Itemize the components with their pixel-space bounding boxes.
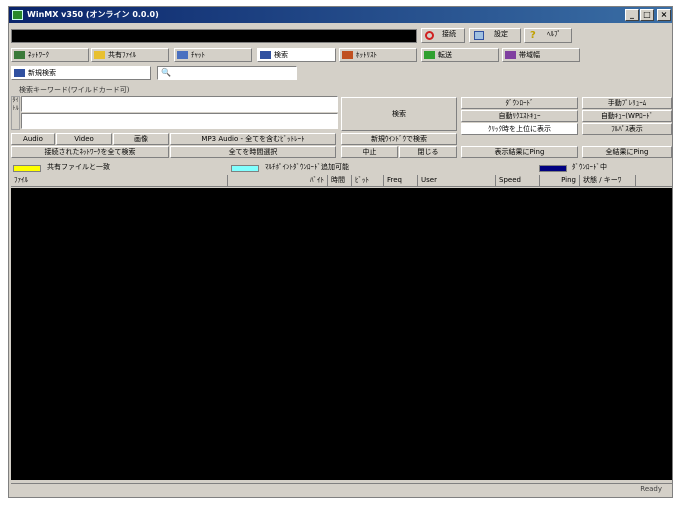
folder-icon <box>94 51 105 59</box>
side-label: ﾀｲﾄﾙ <box>11 96 20 130</box>
disconnect-button[interactable]: 接続 <box>421 28 465 43</box>
tab-hotlist[interactable]: ﾎｯﾄﾘｽﾄ <box>339 48 417 62</box>
column-file[interactable]: ﾌｧｲﾙ <box>11 175 228 187</box>
tab-label: ﾎｯﾄﾘｽﾄ <box>356 51 377 59</box>
close-results-button[interactable]: 閉じる <box>399 146 457 158</box>
maximize-button[interactable]: □ <box>640 9 654 21</box>
keywords-label: 検索キーワード(ワイルドカード可) <box>19 86 130 94</box>
minimize-button[interactable]: _ <box>625 9 639 21</box>
magnifier-icon: 🔍 <box>161 68 171 77</box>
tab-label: 転送 <box>438 51 452 59</box>
tab-network[interactable]: ﾈｯﾄﾜｰｸ <box>11 48 89 62</box>
tab-shared-files[interactable]: 共有ﾌｧｲﾙ <box>91 48 169 62</box>
status-bar: Ready <box>11 483 672 497</box>
status-input[interactable] <box>11 29 417 43</box>
disconnect-icon <box>425 31 434 40</box>
legend-swatch-multi <box>231 165 259 172</box>
column-time[interactable]: 時間 <box>328 175 352 187</box>
show-ping-button[interactable]: 表示結果にPing <box>461 146 578 158</box>
tab-transfer[interactable]: 転送 <box>421 48 499 62</box>
subtab-label: 新規検索 <box>28 69 56 77</box>
full-view-button[interactable]: ﾌﾙﾊﾟｽ表示 <box>582 123 672 135</box>
tab-label: 帯域幅 <box>519 51 540 59</box>
column-user[interactable]: User <box>418 175 496 187</box>
tab-label: ﾈｯﾄﾜｰｸ <box>28 51 49 59</box>
column-speed[interactable]: Speed <box>496 175 540 187</box>
results-list[interactable] <box>11 188 672 480</box>
close-button[interactable]: × <box>657 9 671 21</box>
column-bitrate[interactable]: ﾋﾞｯﾄ <box>352 175 384 187</box>
chat-icon <box>177 51 188 59</box>
results-header: ﾌｧｲﾙ ﾊﾞｲﾄ 時間 ﾋﾞｯﾄ Freq User Speed Ping 状… <box>11 175 672 187</box>
hotlist-icon <box>342 51 353 59</box>
settings-label: 設定 <box>494 30 508 38</box>
settings-icon <box>474 31 484 40</box>
help-label: ﾍﾙﾌﾟ <box>547 30 561 38</box>
legend-swatch-shared <box>13 165 41 172</box>
tab-bandwidth[interactable]: 帯域幅 <box>502 48 580 62</box>
audio-filter-button[interactable]: Audio <box>11 133 55 145</box>
tab-label: 共有ﾌｧｲﾙ <box>108 51 136 59</box>
select-all-time-button[interactable]: 全てを時間選択 <box>170 146 336 158</box>
transfer-icon <box>424 51 435 59</box>
tab-label: 検索 <box>274 51 288 59</box>
bandwidth-icon <box>505 51 516 59</box>
title-bar[interactable]: WinMX v350 (オンライン 0.0.0) _ □ × <box>9 7 672 23</box>
help-button[interactable]: ? ﾍﾙﾌﾟ <box>524 28 572 43</box>
quick-search-input[interactable]: 🔍 <box>157 66 297 80</box>
disconnect-label: 接続 <box>442 30 456 38</box>
image-filter-button[interactable]: 画像 <box>113 133 169 145</box>
all-ping-button[interactable]: 全結果にPing <box>582 146 672 158</box>
network-icon <box>14 51 25 59</box>
new-search-icon <box>14 69 25 77</box>
legend-label-multi: ﾏﾙﾁﾎﾟｲﾝﾄﾀﾞｳﾝﾛｰﾄﾞ追加可能 <box>265 163 349 171</box>
auto-queue-button[interactable]: 自動ｷｭｰ(WPﾛｰﾄﾞ <box>582 110 672 122</box>
settings-button[interactable]: 設定 <box>469 28 521 43</box>
search-button[interactable]: 検索 <box>341 97 457 131</box>
app-icon <box>12 10 23 20</box>
column-freq[interactable]: Freq <box>384 175 418 187</box>
subtab-new-search[interactable]: 新規検索 <box>11 66 151 80</box>
manual-queue-button[interactable]: 手動ﾌﾟﾚﾘｭｰﾑ <box>582 97 672 109</box>
download-button[interactable]: ﾀﾞｳﾝﾛｰﾄﾞ <box>461 97 578 109</box>
new-window-search-button[interactable]: 新規ｳｲﾝﾄﾞｳで検索 <box>341 133 457 145</box>
legend-label-shared: 共有ファイルと一致 <box>47 163 110 171</box>
main-window: WinMX v350 (オンライン 0.0.0) _ □ × 接続 設定 ? ﾍ… <box>8 6 673 498</box>
column-ping[interactable]: Ping <box>540 175 580 187</box>
video-filter-button[interactable]: Video <box>56 133 112 145</box>
legend-swatch-downloading <box>539 165 567 172</box>
column-bytes[interactable]: ﾊﾞｲﾄ <box>228 175 328 187</box>
stop-button[interactable]: 中止 <box>341 146 398 158</box>
status-text: Ready <box>640 485 662 493</box>
auto-requeue-button[interactable]: 自動ﾘｸｴｽﾄｷｭｰ <box>461 110 578 122</box>
window-title: WinMX v350 (オンライン 0.0.0) <box>27 10 159 19</box>
mp3-bitrate-filter[interactable]: MP3 Audio - 全てを含むﾋﾞｯﾄﾚｰﾄ <box>170 133 336 145</box>
search-icon <box>260 51 271 59</box>
search-all-networks-button[interactable]: 接続されたﾈｯﾄﾜｰｸを全て検索 <box>11 146 169 158</box>
legend-label-downloading: ﾀﾞｳﾝﾛｰﾄﾞ中 <box>572 163 607 171</box>
tab-label: ﾁｬｯﾄ <box>191 51 205 59</box>
keyword-input-2[interactable] <box>21 113 338 129</box>
tab-chat[interactable]: ﾁｬｯﾄ <box>174 48 252 62</box>
column-status[interactable]: 状態 / キーﾜ <box>580 175 636 187</box>
keyword-input-1[interactable] <box>21 96 338 112</box>
show-top-button[interactable]: ｸﾘｯｸ時を上位に表示 <box>461 123 578 135</box>
tab-search[interactable]: 検索 <box>257 48 336 62</box>
help-icon: ? <box>530 30 536 41</box>
